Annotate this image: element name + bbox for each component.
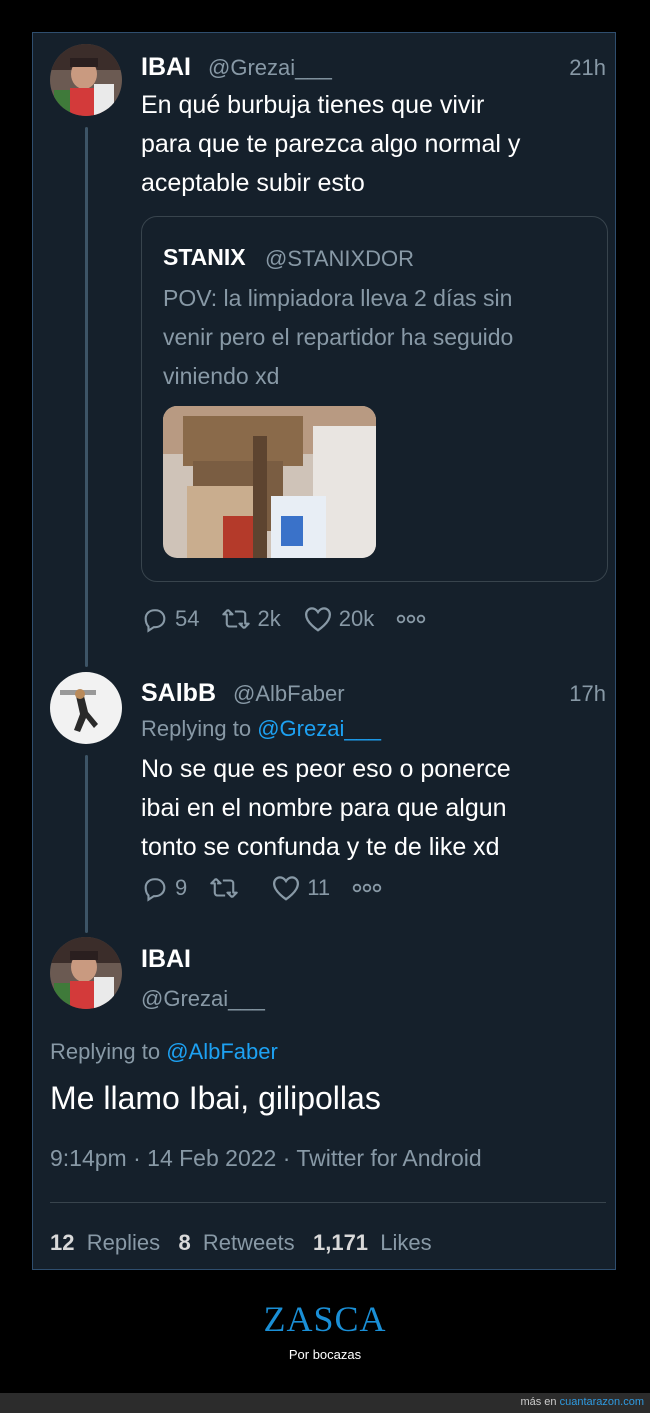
thread-line: [85, 755, 88, 933]
reply-icon: [144, 878, 166, 902]
quoted-author-name: STANIX: [163, 244, 246, 270]
author-handle[interactable]: @Grezai___: [141, 986, 265, 1012]
meme-subtitle: Por bocazas: [288, 1347, 362, 1362]
tweet-text-line: tonto se confunda y te de like xd: [141, 833, 500, 861]
quoted-text-line: POV: la limpiadora lleva 2 días sin: [163, 285, 513, 311]
more-button[interactable]: [352, 881, 388, 895]
reply-icon: [144, 609, 166, 633]
quoted-text-line: viniendo xd: [163, 363, 280, 389]
heart-icon: [304, 607, 331, 632]
likes-stat[interactable]: 1,171 Likes: [313, 1230, 432, 1255]
reply-button[interactable]: 54: [141, 605, 199, 633]
retweets-label: Retweets: [202, 1230, 295, 1255]
meme-title: ZASCA: [263, 1299, 387, 1339]
tweet-text-line: En qué burbuja tienes que vivir: [141, 91, 485, 119]
tweet-text: Me llamo Ibai, gilipollas: [50, 1080, 381, 1116]
retweet-icon: [210, 878, 238, 898]
reply-count: 54: [175, 606, 200, 631]
tweet-time[interactable]: 17h: [569, 681, 606, 707]
like-count: 11: [307, 875, 331, 900]
tweet-text-line: para que te parezca algo normal y: [141, 130, 521, 158]
author-handle[interactable]: @AlbFaber: [233, 681, 345, 707]
replying-to-mention[interactable]: @AlbFaber: [166, 1039, 278, 1064]
retweets-stat[interactable]: 8 Retweets: [178, 1230, 294, 1255]
quoted-text: POV: la limpiadora lleva 2 días sin veni…: [163, 279, 603, 396]
tweet-text-line: aceptable subir esto: [141, 169, 365, 197]
reply-button[interactable]: 9: [141, 874, 187, 902]
tweet-text-line: No se que es peor eso o ponerce: [141, 755, 511, 783]
retweet-count: 2k: [257, 606, 281, 631]
tweet-text: No se que es peor eso o ponerce ibai en …: [141, 750, 611, 867]
quoted-author-handle: @STANIXDOR: [265, 246, 415, 271]
site-credit: más en cuantarazon.com: [520, 1396, 644, 1408]
thread-line: [85, 127, 88, 667]
more-icon: [397, 614, 426, 624]
tweet-text: En qué burbuja tienes que vivir para que…: [141, 86, 611, 203]
divider: [50, 1202, 606, 1203]
author-name[interactable]: IBAI: [141, 53, 191, 82]
replies-stat[interactable]: 12 Replies: [50, 1230, 160, 1255]
like-button[interactable]: 11: [271, 874, 330, 902]
author-handle[interactable]: @Grezai___: [208, 55, 332, 81]
tweet-thread-card: IBAI @Grezai___ 21h En qué burbuja tiene…: [32, 32, 616, 1270]
tweet-actions: 54 2k 20k: [141, 605, 454, 633]
avatar-ibai[interactable]: [50, 44, 122, 116]
author-name[interactable]: IBAI: [141, 945, 191, 974]
more-button[interactable]: [396, 612, 432, 626]
quoted-text-line: venir pero el repartidor ha seguido: [163, 324, 514, 350]
like-button[interactable]: 20k: [303, 605, 374, 633]
replies-label: Replies: [86, 1230, 161, 1255]
likes-label: Likes: [380, 1230, 432, 1255]
likes-count: 1,171: [312, 1230, 369, 1255]
tweet-actions: 9 11: [141, 874, 410, 902]
tweet-stats: 12 Replies 8 Retweets 1,171 Likes: [50, 1230, 432, 1256]
author-name[interactable]: SAlbB: [141, 679, 216, 708]
retweet-icon: [222, 609, 251, 629]
quoted-media-image[interactable]: [163, 406, 376, 558]
retweet-button[interactable]: 2k: [221, 605, 281, 633]
retweet-button[interactable]: [209, 874, 245, 902]
tweet-meta[interactable]: 9:14pm · 14 Feb 2022 · Twitter for Andro…: [50, 1145, 482, 1172]
more-icon: [352, 883, 382, 893]
replying-to-label: Replying to: [50, 1039, 161, 1064]
avatar-salbb[interactable]: [50, 672, 122, 744]
heart-icon: [273, 876, 300, 901]
replying-to: Replying to @Grezai___: [141, 716, 381, 742]
retweets-count: 8: [178, 1230, 191, 1255]
credit-prefix: más en: [520, 1396, 557, 1408]
replies-count: 12: [50, 1230, 75, 1255]
replying-to: Replying to @AlbFaber: [50, 1039, 278, 1065]
quoted-tweet[interactable]: STANIX @STANIXDOR POV: la limpiadora lle…: [141, 216, 608, 582]
tweet-time[interactable]: 21h: [569, 55, 606, 81]
credit-site-link[interactable]: cuantarazon.com: [560, 1396, 644, 1408]
tweet-text-line: ibai en el nombre para que algun: [141, 794, 507, 822]
avatar-ibai[interactable]: [50, 937, 122, 1009]
reply-count: 9: [175, 875, 188, 900]
replying-to-mention[interactable]: @Grezai___: [257, 716, 381, 741]
like-count: 20k: [338, 606, 375, 631]
site-credit-bar: más en cuantarazon.com: [0, 1393, 650, 1413]
replying-to-label: Replying to: [141, 716, 252, 741]
